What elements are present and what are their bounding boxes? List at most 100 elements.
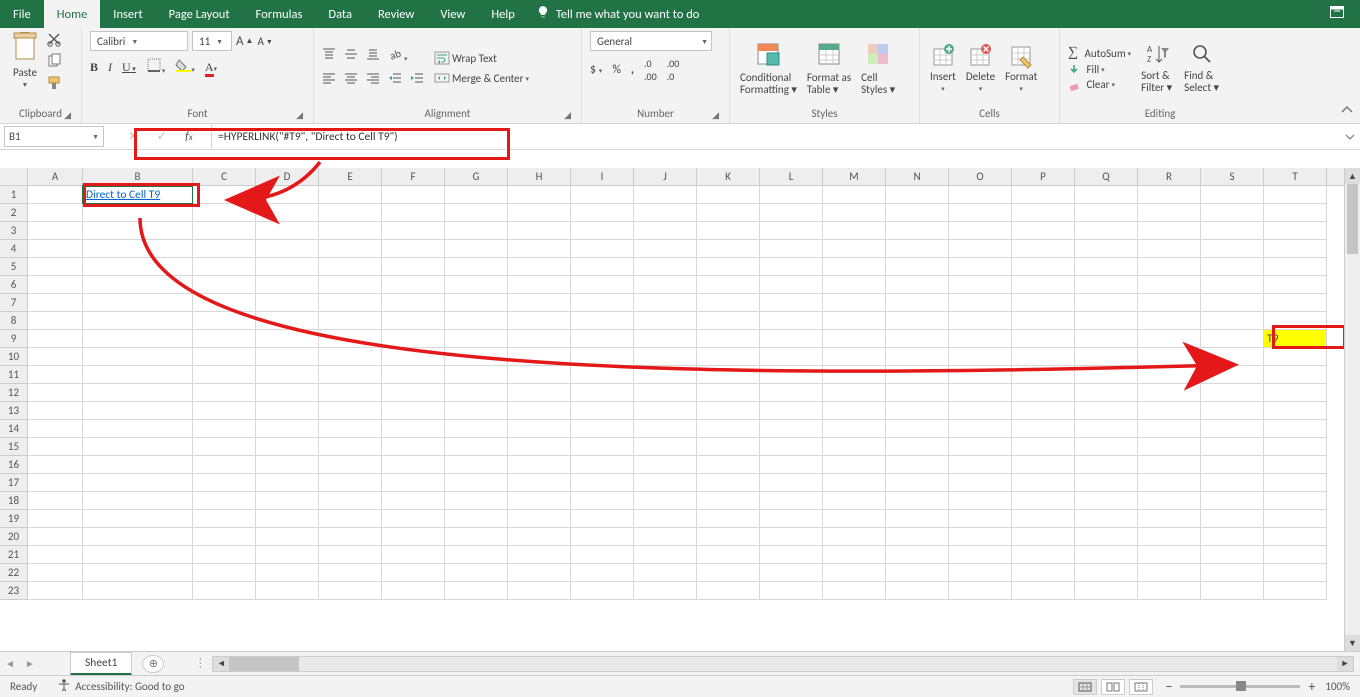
cell[interactable] [949, 402, 1012, 420]
cell[interactable] [571, 402, 634, 420]
cell[interactable] [508, 276, 571, 294]
cell[interactable] [83, 240, 193, 258]
cell[interactable] [256, 456, 319, 474]
cell[interactable] [193, 240, 256, 258]
cell[interactable] [83, 366, 193, 384]
cell[interactable] [886, 438, 949, 456]
cell[interactable] [634, 528, 697, 546]
cell[interactable] [445, 222, 508, 240]
cell[interactable] [1138, 366, 1201, 384]
cell[interactable] [1138, 474, 1201, 492]
cell[interactable] [382, 474, 445, 492]
cell[interactable] [1012, 312, 1075, 330]
cell[interactable] [823, 582, 886, 600]
cell[interactable] [697, 510, 760, 528]
zoom-knob[interactable] [1236, 681, 1246, 691]
cell[interactable] [1201, 222, 1264, 240]
cell[interactable] [382, 348, 445, 366]
cell[interactable] [1264, 420, 1327, 438]
cell[interactable] [83, 204, 193, 222]
cell[interactable] [1138, 240, 1201, 258]
cell[interactable] [1201, 474, 1264, 492]
cell[interactable] [28, 366, 83, 384]
cell[interactable] [1138, 546, 1201, 564]
cell[interactable] [760, 582, 823, 600]
cell[interactable] [1075, 528, 1138, 546]
cell[interactable] [760, 348, 823, 366]
cell[interactable] [760, 420, 823, 438]
cell[interactable] [319, 402, 382, 420]
cell[interactable] [508, 528, 571, 546]
cell[interactable] [319, 276, 382, 294]
cell[interactable] [571, 546, 634, 564]
cell[interactable] [1138, 222, 1201, 240]
cell[interactable] [760, 492, 823, 510]
cell[interactable] [949, 528, 1012, 546]
cell[interactable] [571, 528, 634, 546]
find-select-button[interactable]: Find &Select ▾ [1182, 42, 1221, 94]
row-header[interactable]: 8 [0, 312, 28, 330]
row-header[interactable]: 13 [0, 402, 28, 420]
cell[interactable] [1201, 528, 1264, 546]
cell[interactable] [256, 204, 319, 222]
cell[interactable] [697, 348, 760, 366]
cell[interactable] [382, 312, 445, 330]
cell[interactable] [634, 348, 697, 366]
cell[interactable] [1201, 546, 1264, 564]
column-header[interactable]: P [1012, 168, 1075, 185]
cell[interactable] [508, 240, 571, 258]
column-header[interactable]: A [28, 168, 83, 185]
accessibility-status[interactable]: Accessibility: Good to go [75, 680, 184, 693]
cell[interactable] [193, 186, 256, 204]
vertical-scrollbar[interactable]: ▲ ▼ [1344, 168, 1360, 651]
cell[interactable] [823, 564, 886, 582]
cell[interactable] [382, 330, 445, 348]
cell[interactable] [634, 384, 697, 402]
cell[interactable] [1264, 294, 1327, 312]
cell[interactable] [382, 510, 445, 528]
cell[interactable] [28, 510, 83, 528]
cell[interactable] [949, 564, 1012, 582]
cell[interactable] [256, 186, 319, 204]
cell[interactable] [886, 582, 949, 600]
formula-input[interactable]: =HYPERLINK("#T9", "Direct to Cell T9") [212, 124, 1340, 149]
row-header[interactable]: 4 [0, 240, 28, 258]
cell[interactable] [634, 420, 697, 438]
column-header[interactable]: O [949, 168, 1012, 185]
column-header[interactable]: T [1264, 168, 1327, 185]
cell[interactable] [1075, 366, 1138, 384]
cell[interactable] [28, 294, 83, 312]
cell[interactable] [1138, 258, 1201, 276]
cell[interactable] [949, 510, 1012, 528]
italic-button[interactable]: I [108, 60, 112, 75]
cell[interactable] [193, 312, 256, 330]
cell[interactable] [634, 330, 697, 348]
cell[interactable] [1012, 474, 1075, 492]
zoom-out-button[interactable]: − [1165, 678, 1172, 695]
cell[interactable] [1012, 402, 1075, 420]
cell[interactable] [256, 438, 319, 456]
cell[interactable] [571, 510, 634, 528]
cell[interactable] [83, 492, 193, 510]
cell[interactable] [319, 384, 382, 402]
cell[interactable] [256, 240, 319, 258]
cell[interactable] [949, 204, 1012, 222]
cell[interactable] [319, 240, 382, 258]
cell[interactable] [382, 366, 445, 384]
cell[interactable] [1075, 222, 1138, 240]
cell[interactable] [319, 546, 382, 564]
column-header[interactable]: H [508, 168, 571, 185]
column-header[interactable]: L [760, 168, 823, 185]
cell[interactable] [1138, 330, 1201, 348]
cell[interactable] [83, 420, 193, 438]
cell[interactable] [83, 546, 193, 564]
tab-review[interactable]: Review [365, 0, 427, 28]
cell[interactable] [571, 366, 634, 384]
cell[interactable] [949, 222, 1012, 240]
cell[interactable] [634, 312, 697, 330]
cell[interactable] [256, 348, 319, 366]
cell[interactable] [382, 222, 445, 240]
cell[interactable] [1012, 222, 1075, 240]
fill-button[interactable]: Fill ▾ [1068, 63, 1131, 76]
cell[interactable] [1138, 276, 1201, 294]
